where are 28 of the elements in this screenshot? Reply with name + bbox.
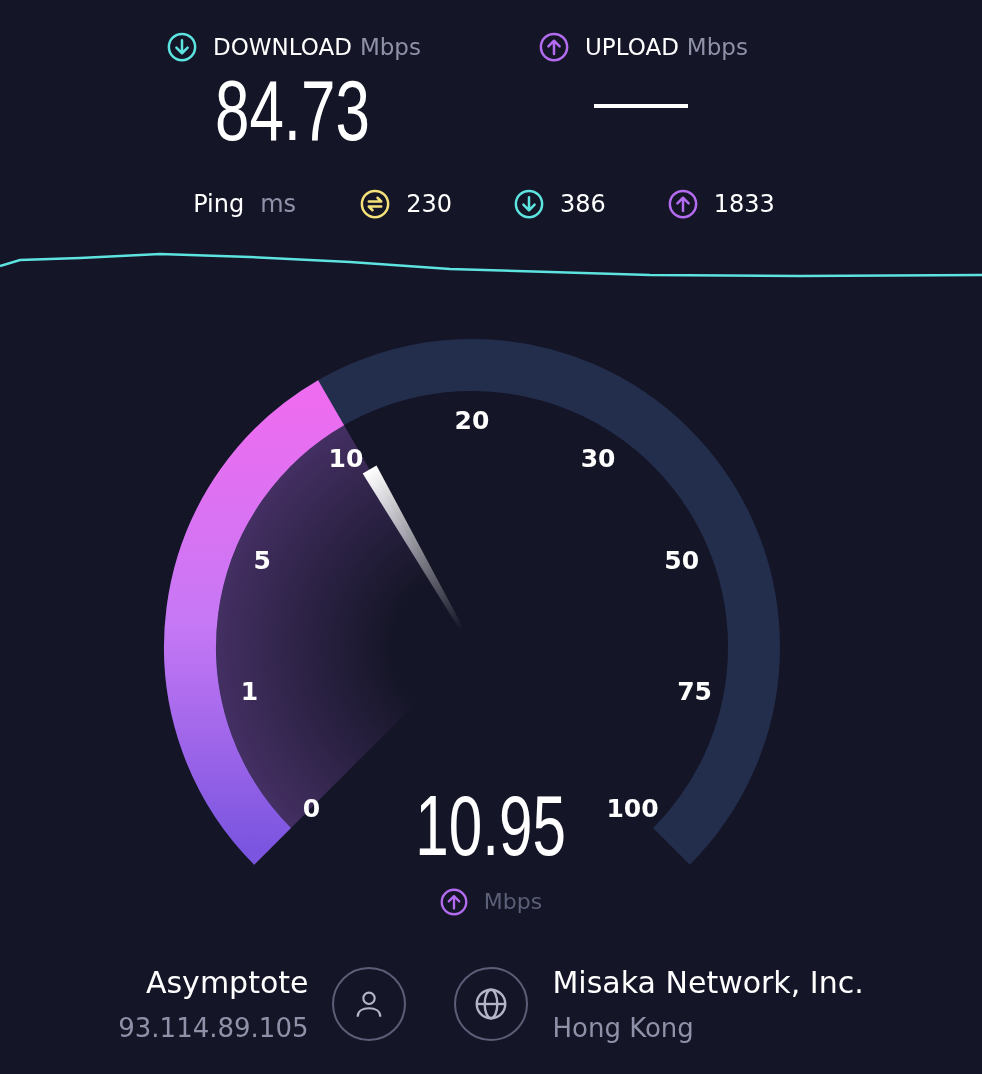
ip-address: 93.114.89.105 bbox=[118, 1012, 309, 1045]
globe-icon[interactable] bbox=[454, 967, 529, 1041]
upload-label: UPLOAD bbox=[585, 33, 679, 62]
gauge-reading: 10.95 bbox=[415, 782, 567, 868]
unit-label: ms bbox=[260, 189, 297, 220]
server-name: Misaka Network, Inc. bbox=[552, 964, 864, 1002]
scale-label: 100 bbox=[606, 793, 659, 823]
client-name: Asymptote bbox=[145, 964, 309, 1002]
download-speed-value: 84.73 bbox=[215, 64, 370, 156]
download-latency-value: 386 bbox=[559, 189, 606, 220]
scale-label: 30 bbox=[580, 444, 616, 474]
ping-label: Ping bbox=[193, 189, 245, 220]
scale-label: 10 bbox=[328, 444, 364, 474]
unit-label: Mbps bbox=[359, 33, 421, 62]
scale-label: 75 bbox=[677, 677, 712, 707]
upload-latency-value: 1833 bbox=[713, 189, 775, 220]
unit-label: Mbps bbox=[686, 33, 748, 62]
download-label: DOWNLOAD bbox=[213, 33, 352, 62]
scale-label: 50 bbox=[664, 546, 700, 576]
idle-latency-value: 230 bbox=[406, 189, 452, 220]
unit-label: Mbps bbox=[483, 888, 543, 916]
scale-label: 1 bbox=[240, 677, 259, 707]
scale-label: 20 bbox=[454, 406, 490, 435]
scale-label: 0 bbox=[302, 793, 321, 823]
server-location: Hong Kong bbox=[552, 1012, 695, 1045]
user-icon[interactable] bbox=[332, 967, 407, 1041]
swap-arrows-icon bbox=[360, 189, 391, 219]
scale-label: 5 bbox=[253, 546, 271, 576]
